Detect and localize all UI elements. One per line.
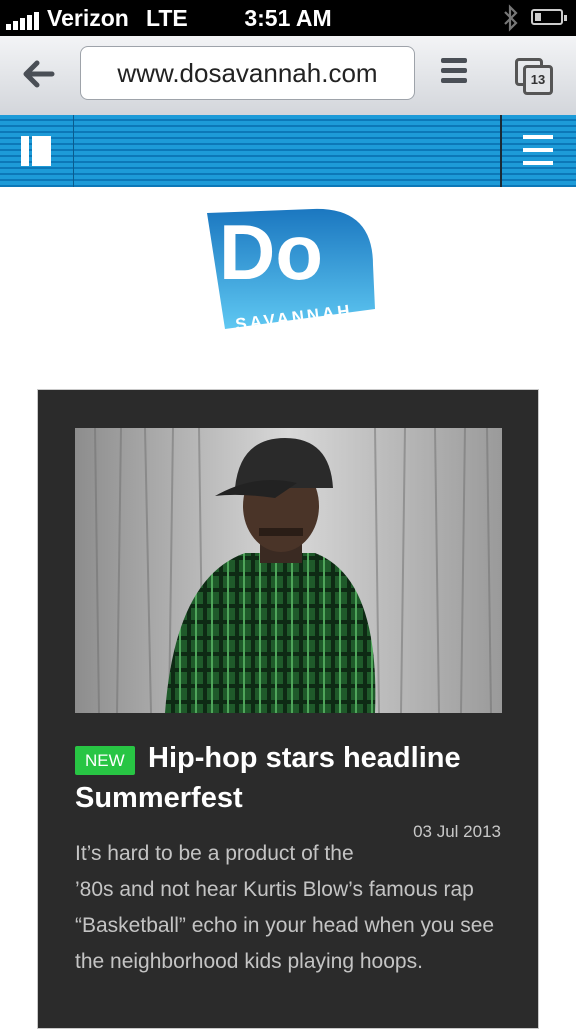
back-arrow-icon[interactable] bbox=[18, 54, 58, 94]
address-bar[interactable]: www.dosavannah.com bbox=[80, 46, 415, 100]
site-navbar bbox=[0, 115, 576, 187]
status-bar: Verizon LTE 3:51 AM bbox=[0, 0, 576, 36]
article-card[interactable]: NEW Hip-hop stars headline Summerfest 03… bbox=[37, 389, 539, 1029]
site-logo[interactable]: Do SAVANNAH bbox=[205, 205, 380, 335]
bluetooth-icon bbox=[504, 4, 518, 32]
sidebar-toggle-icon[interactable] bbox=[21, 136, 51, 166]
browser-toolbar: www.dosavannah.com 13 bbox=[0, 36, 576, 116]
status-time: 3:51 AM bbox=[244, 5, 332, 31]
nav-divider bbox=[500, 115, 502, 187]
reader-menu-icon[interactable] bbox=[441, 58, 471, 88]
tabs-button[interactable]: 13 bbox=[515, 58, 555, 95]
article-photo[interactable] bbox=[75, 428, 502, 713]
battery-icon bbox=[531, 9, 567, 25]
article-excerpt: It’s hard to be a product of the ’80s an… bbox=[75, 836, 500, 980]
logo-letters: Do bbox=[219, 208, 323, 296]
hamburger-menu-icon[interactable] bbox=[523, 135, 553, 167]
nav-divider bbox=[73, 115, 74, 187]
tab-count: 13 bbox=[523, 65, 553, 95]
article-headline[interactable]: Hip-hop stars headline Summerfest bbox=[75, 738, 505, 818]
